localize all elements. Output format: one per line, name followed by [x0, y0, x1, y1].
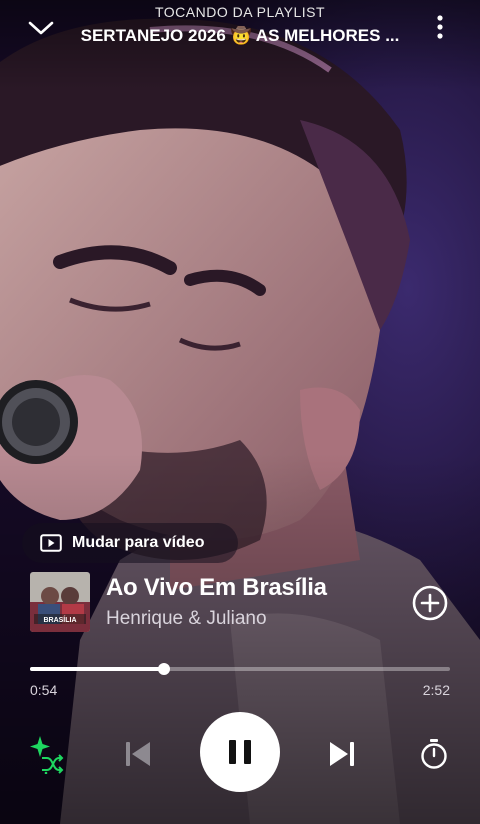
elapsed-time: 0:54: [30, 682, 58, 698]
next-track-button[interactable]: [320, 732, 364, 776]
progress-thumb[interactable]: [158, 663, 171, 675]
track-info: BRASÍLIA Ao Vivo Em Brasília Henrique & …: [30, 572, 450, 634]
album-cover[interactable]: BRASÍLIA: [30, 572, 90, 632]
skip-previous-icon: [126, 742, 150, 766]
track-title[interactable]: Ao Vivo Em Brasília: [106, 574, 366, 602]
background-video-frame: [0, 0, 480, 824]
track-artist[interactable]: Henrique & Juliano: [106, 608, 267, 630]
collapse-button[interactable]: [24, 14, 58, 42]
progress-fill: [30, 667, 165, 671]
vertical-dots-icon: [437, 15, 443, 39]
skip-next-icon: [330, 742, 354, 766]
playing-from-label: TOCANDO DA PLAYLIST: [154, 4, 326, 20]
more-options-button[interactable]: [426, 12, 454, 42]
playlist-name[interactable]: SERTANEJO 2026 🤠 AS MELHORES ...: [70, 26, 410, 46]
smart-shuffle-button[interactable]: [26, 734, 66, 774]
total-duration: 2:52: [422, 682, 450, 698]
switch-to-video-button[interactable]: Mudar para vídeo: [22, 523, 238, 563]
playback-progress-bar[interactable]: [30, 662, 450, 676]
switch-to-video-label: Mudar para vídeo: [72, 534, 205, 551]
previous-track-button[interactable]: [116, 732, 160, 776]
plus-circle-icon: [412, 585, 448, 621]
pause-icon: [229, 740, 251, 764]
pause-button[interactable]: [200, 712, 280, 792]
now-playing-header: TOCANDO DA PLAYLIST SERTANEJO 2026 🤠 AS …: [0, 0, 480, 60]
add-to-library-button[interactable]: [412, 585, 448, 621]
chevron-down-icon: [28, 21, 54, 35]
album-cover-text: BRASÍLIA: [43, 615, 76, 624]
sleep-timer-button[interactable]: [414, 734, 454, 774]
smart-shuffle-icon: [30, 736, 64, 774]
sleep-timer-icon: [421, 739, 447, 769]
play-square-icon: [40, 534, 62, 552]
